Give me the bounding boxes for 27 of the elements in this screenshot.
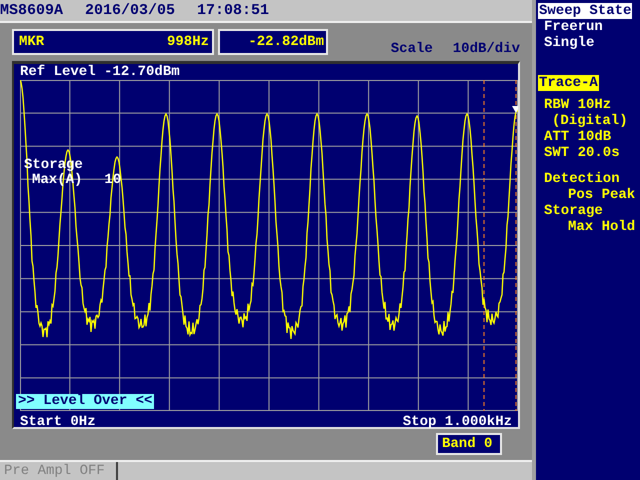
mode-label: Detection xyxy=(544,171,621,187)
menu-item[interactable]: Single xyxy=(538,35,640,51)
band-indicator: Band 0 xyxy=(436,433,502,455)
menu-title: Sweep State xyxy=(538,3,632,19)
scale-value: 10dB/div xyxy=(452,41,520,57)
pre-ampl-status: Pre Ampl OFF xyxy=(0,462,118,480)
setting-text: ATT 10dB xyxy=(544,129,612,145)
start-frequency: Start 0Hz xyxy=(20,414,96,430)
mode-label: Storage xyxy=(544,203,604,219)
setting-detail: (Digital) xyxy=(551,113,629,129)
marker-icon xyxy=(512,106,518,113)
setting-text: SWT 20.0s xyxy=(544,145,621,161)
model-name: MS8609A xyxy=(0,2,64,19)
setting-text: RBW 10Hz xyxy=(544,97,612,113)
marker-frequency: 998Hz xyxy=(166,34,209,50)
menu-item[interactable]: Freerun xyxy=(538,19,640,35)
time-text: 17:08:51 xyxy=(197,2,270,19)
trace-label: Trace-A xyxy=(538,75,599,91)
stop-frequency: Stop 1.000kHz xyxy=(402,414,512,430)
date-text: 2016/03/05 xyxy=(85,2,176,19)
marker-label: MKR xyxy=(19,34,44,50)
scale-label: Scale xyxy=(390,41,433,57)
mode-value: Pos Peak xyxy=(567,187,636,203)
marker-level: -22.82dBm xyxy=(218,29,328,55)
ref-level: Ref Level -12.70dBm xyxy=(20,64,181,80)
level-over-warning: >> Level Over << xyxy=(16,394,154,409)
mode-value: Max Hold xyxy=(567,219,636,235)
